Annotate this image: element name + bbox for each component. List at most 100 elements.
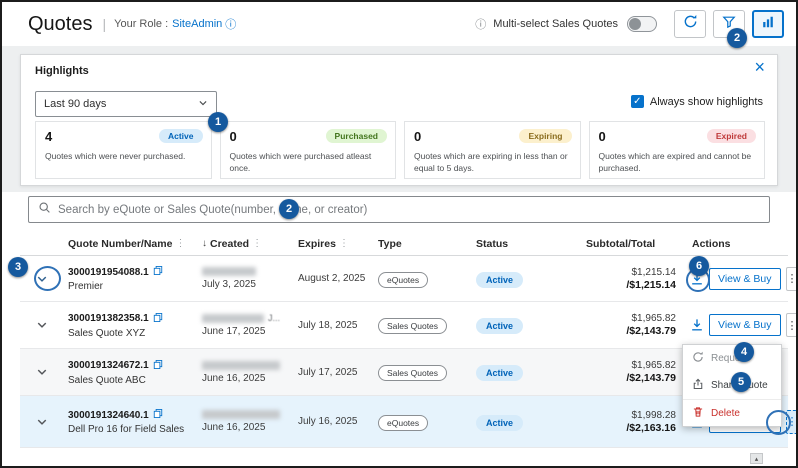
requote-icon (692, 351, 704, 366)
callout-2-filter: 2 (727, 28, 747, 48)
column-header-quote[interactable]: Quote Number/Name (68, 238, 172, 250)
status-badge: Active (476, 365, 523, 381)
card-active: 4 Active Quotes which were never purchas… (35, 121, 212, 179)
search-icon (38, 201, 51, 219)
highlights-chart-button[interactable] (752, 10, 784, 38)
status-badge: Expiring (519, 129, 571, 143)
total-value: /$2,143.79 (568, 372, 676, 384)
card-expiring: 0 Expiring Quotes which are expiring in … (404, 121, 581, 179)
expires-date: July 16, 2025 (290, 416, 370, 427)
always-show-option: ✓ Always show highlights (631, 95, 763, 108)
quote-name: Sales Quote ABC (68, 375, 194, 386)
table-row: 3000191324640.1 Dell Pro 16 for Field Sa… (20, 396, 788, 448)
top-bar: Quotes | Your Role : SiteAdmin ⓘ ⓘ Multi… (2, 2, 796, 46)
subtotal-value: $1,965.82 (568, 360, 676, 371)
row-kebab-menu-button[interactable]: ⋮ (786, 410, 798, 434)
role-info-icon[interactable]: ⓘ (225, 16, 236, 32)
quote-name: Sales Quote XYZ (68, 328, 194, 339)
copy-icon[interactable] (153, 359, 163, 373)
menu-item-delete[interactable]: Delete (683, 399, 781, 426)
quote-number: 3000191954088.1 (68, 267, 149, 278)
multiselect-label: Multi-select Sales Quotes (493, 18, 618, 30)
redacted-creator (202, 410, 280, 419)
view-buy-button[interactable]: View & Buy (709, 268, 781, 290)
copy-icon[interactable] (153, 265, 163, 279)
redacted-creator (202, 361, 280, 370)
app-window: Quotes | Your Role : SiteAdmin ⓘ ⓘ Multi… (0, 0, 798, 468)
menu-item-label: Delete (711, 408, 740, 419)
multiselect-toggle[interactable] (627, 16, 657, 32)
period-select-value: Last 90 days (44, 98, 106, 110)
column-menu-icon[interactable]: ⋮ (339, 238, 349, 249)
search-bar (28, 196, 770, 223)
column-header-created[interactable]: Created (210, 238, 249, 250)
role-label: Your Role : (114, 18, 168, 30)
view-buy-button[interactable]: View & Buy (709, 314, 781, 336)
highlight-cards: 4 Active Quotes which were never purchas… (35, 121, 765, 179)
chevron-down-icon (198, 98, 208, 111)
expand-row-chevron[interactable] (20, 366, 64, 378)
subtotal-value: $1,215.14 (568, 267, 676, 278)
expires-date: July 17, 2025 (290, 367, 370, 378)
quotes-table: Quote Number/Name⋮ ↓Created⋮ Expires⋮ Ty… (20, 232, 788, 466)
highlights-title: Highlights (35, 65, 89, 77)
bar-chart-icon (761, 15, 775, 34)
redacted-creator (202, 267, 256, 276)
multiselect-info-icon[interactable]: ⓘ (475, 16, 486, 32)
column-header-subtotal: Subtotal/Total (586, 238, 655, 250)
column-menu-icon[interactable]: ⋮ (175, 238, 185, 249)
expand-row-chevron[interactable] (20, 273, 64, 285)
expand-row-chevron[interactable] (20, 319, 64, 331)
quote-name: Premier (68, 281, 194, 292)
copy-icon[interactable] (153, 312, 163, 326)
refresh-button[interactable] (674, 10, 706, 38)
status-badge: Purchased (326, 129, 387, 143)
close-icon[interactable]: × (754, 58, 765, 76)
table-header-row: Quote Number/Name⋮ ↓Created⋮ Expires⋮ Ty… (20, 232, 788, 256)
created-date: June 16, 2025 (202, 422, 265, 433)
search-input[interactable] (58, 204, 760, 216)
toggle-knob (629, 18, 641, 30)
created-date: July 3, 2025 (202, 279, 256, 290)
card-purchased: 0 Purchased Quotes which were purchased … (220, 121, 397, 179)
callout-5-share: 5 (731, 372, 751, 392)
column-header-type: Type (378, 238, 402, 250)
scrollbar-nub[interactable]: ▴ (750, 453, 763, 464)
status-badge: Active (159, 129, 203, 143)
total-value: /$2,143.79 (568, 325, 676, 337)
type-badge: Sales Quotes (378, 318, 447, 334)
card-description: Quotes which are expiring in less than o… (414, 151, 571, 175)
card-expired: 0 Expired Quotes which are expired and c… (589, 121, 766, 179)
card-description: Quotes which were never purchased. (45, 151, 202, 163)
subtotal-value: $1,965.82 (568, 313, 676, 324)
title-separator: | (102, 16, 106, 32)
row-kebab-menu-button[interactable]: ⋮ (786, 313, 798, 337)
type-badge: eQuotes (378, 272, 428, 288)
highlights-panel: Highlights × Last 90 days ✓ Always show … (20, 54, 778, 186)
created-date: June 16, 2025 (202, 373, 265, 384)
column-header-actions: Actions (692, 238, 731, 250)
download-icon[interactable] (690, 318, 704, 332)
created-date: June 17, 2025 (202, 326, 265, 337)
column-header-expires[interactable]: Expires (298, 238, 336, 250)
copy-icon[interactable] (153, 408, 163, 422)
subtotal-value: $1,998.28 (568, 410, 676, 421)
share-icon (692, 378, 704, 393)
total-value: /$1,215.14 (568, 279, 676, 291)
quote-name: Dell Pro 16 for Field Sales (68, 424, 194, 435)
creator-hint: J... (268, 313, 280, 323)
always-show-label: Always show highlights (650, 96, 763, 108)
table-row: 3000191954088.1 Premier July 3, 2025 Aug… (20, 256, 788, 302)
menu-item-requote[interactable]: Requote (683, 345, 781, 372)
expires-date: July 18, 2025 (290, 320, 370, 331)
period-select[interactable]: Last 90 days (35, 91, 217, 117)
status-badge: Active (476, 318, 523, 334)
role-value: SiteAdmin (172, 18, 222, 30)
status-badge: Active (476, 272, 523, 288)
callout-3-expand: 3 (8, 257, 28, 277)
row-kebab-menu-button[interactable]: ⋮ (786, 267, 798, 291)
sort-desc-icon[interactable]: ↓ (202, 238, 207, 249)
expand-row-chevron[interactable] (20, 416, 64, 428)
column-menu-icon[interactable]: ⋮ (252, 238, 262, 249)
always-show-checkbox[interactable]: ✓ (631, 95, 644, 108)
